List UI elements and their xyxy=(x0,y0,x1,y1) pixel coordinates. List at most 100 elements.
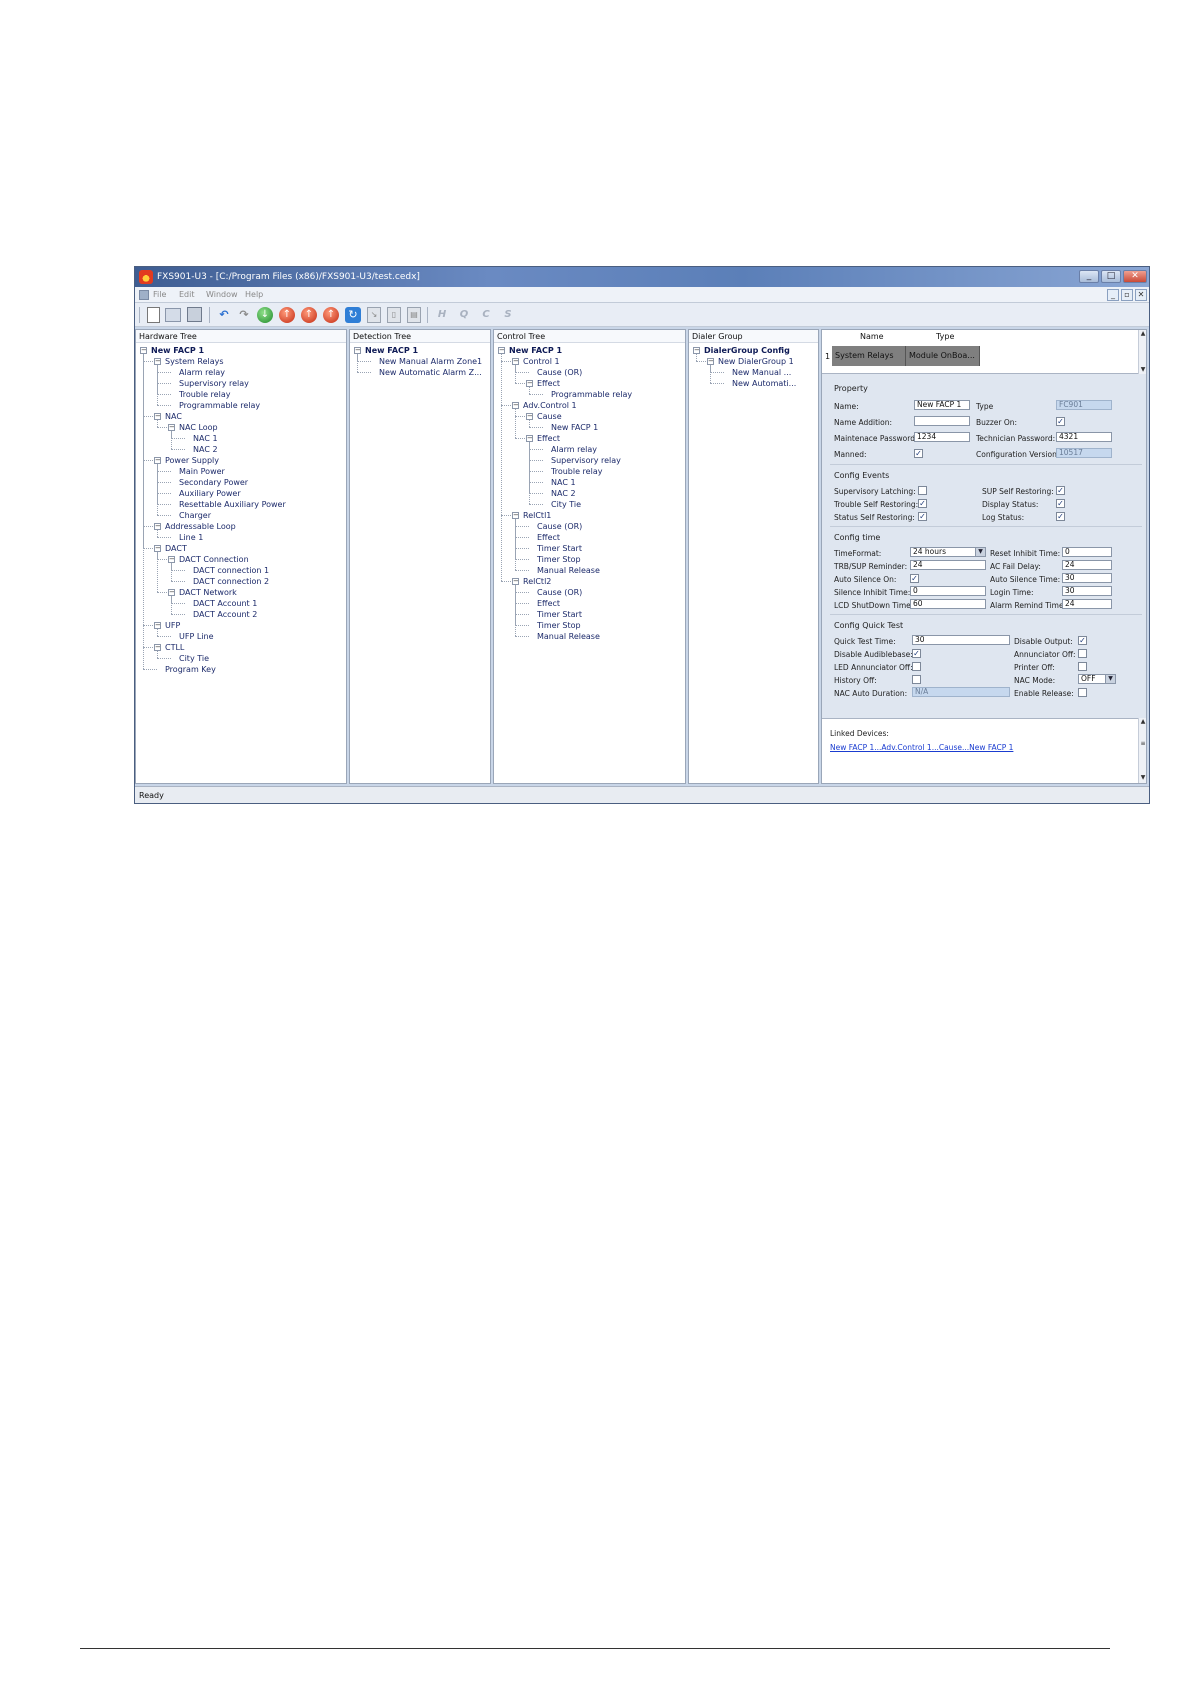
grid-scrollbar[interactable]: ▲ ▼ xyxy=(1138,330,1146,374)
tree-node[interactable]: DialerGroup Config xyxy=(704,345,790,356)
tree-node[interactable]: New Automatic Alarm Z... xyxy=(379,367,482,378)
tree-node[interactable]: City Tie xyxy=(551,499,581,510)
tree-node[interactable]: New Manual Alarm Zone1 xyxy=(379,356,482,367)
tree-node[interactable]: Main Power xyxy=(179,466,225,477)
tree-node[interactable]: Programmable relay xyxy=(551,389,632,400)
dropdown-arrow-icon[interactable]: ▼ xyxy=(1105,675,1115,683)
technician-password-field[interactable]: 4321 xyxy=(1056,432,1112,442)
collapse-toggle-icon[interactable]: − xyxy=(354,347,361,354)
tree-node[interactable]: NAC xyxy=(165,411,182,422)
tree-node[interactable]: New Manual ... xyxy=(732,367,791,378)
tree-node[interactable]: Programmable relay xyxy=(179,400,260,411)
enable-release-checkbox[interactable] xyxy=(1078,688,1087,697)
save-icon[interactable] xyxy=(187,307,202,322)
collapse-toggle-icon[interactable]: − xyxy=(140,347,147,354)
buzzer-on-checkbox[interactable]: ✓ xyxy=(1056,417,1065,426)
tree-node[interactable]: New FACP 1 xyxy=(365,345,418,356)
collapse-toggle-icon[interactable]: − xyxy=(168,424,175,431)
linked-scrollbar[interactable]: ▲ ≡ ▼ xyxy=(1138,718,1146,783)
tree-node[interactable]: New FACP 1 xyxy=(551,422,598,433)
quick-test-time-field[interactable]: 30 xyxy=(912,635,1010,645)
minimize-button[interactable]: _ xyxy=(1079,270,1099,283)
c-tool-icon[interactable]: C xyxy=(477,306,495,324)
menu-window[interactable]: Window xyxy=(206,287,238,303)
time-format-select[interactable]: 24 hours ▼ xyxy=(910,547,986,557)
refresh-icon[interactable]: ↻ xyxy=(345,307,361,323)
download-icon[interactable]: ↓ xyxy=(257,307,273,323)
collapse-toggle-icon[interactable]: − xyxy=(526,380,533,387)
tree-node[interactable]: UFP Line xyxy=(179,631,214,642)
trouble-self-restoring-checkbox[interactable]: ✓ xyxy=(918,499,927,508)
tree-node[interactable]: Control 1 xyxy=(523,356,560,367)
tree-node[interactable]: New DialerGroup 1 xyxy=(718,356,794,367)
copy-page-icon[interactable]: ▯ xyxy=(387,307,401,323)
tree-node[interactable]: NAC 1 xyxy=(193,433,218,444)
undo-icon[interactable]: ↶ xyxy=(215,306,233,324)
tree-node[interactable]: DACT connection 1 xyxy=(193,565,269,576)
tree-node[interactable]: Alarm relay xyxy=(551,444,597,455)
print-icon[interactable]: ▤ xyxy=(407,307,421,323)
lcd-shutdown-time-field[interactable]: 60 xyxy=(910,599,986,609)
tree-node[interactable]: New Automati... xyxy=(732,378,796,389)
tree-node[interactable]: Adv.Control 1 xyxy=(523,400,577,411)
grid-header-type[interactable]: Type xyxy=(936,332,954,341)
mdi-close-button[interactable]: ✕ xyxy=(1135,289,1147,301)
collapse-toggle-icon[interactable]: − xyxy=(168,589,175,596)
reset-inhibit-time-field[interactable]: 0 xyxy=(1062,547,1112,557)
collapse-toggle-icon[interactable]: − xyxy=(168,556,175,563)
tree-node[interactable]: RelCtl2 xyxy=(523,576,551,587)
grid-cell-type[interactable]: Module OnBoa... xyxy=(906,346,980,366)
tree-node[interactable]: Manual Release xyxy=(537,565,600,576)
collapse-toggle-icon[interactable]: − xyxy=(707,358,714,365)
export-icon[interactable]: ↘ xyxy=(367,307,381,323)
tree-node[interactable]: Cause (OR) xyxy=(537,367,582,378)
s-tool-icon[interactable]: S xyxy=(499,306,517,324)
display-status-checkbox[interactable]: ✓ xyxy=(1056,499,1065,508)
tree-node[interactable]: Timer Start xyxy=(537,609,582,620)
upload-red-icon-1[interactable]: ↑ xyxy=(279,307,295,323)
h-tool-icon[interactable]: H xyxy=(433,306,451,324)
tree-node[interactable]: Effect xyxy=(537,532,560,543)
menu-help[interactable]: Help xyxy=(245,287,263,303)
tree-node[interactable]: Supervisory relay xyxy=(179,378,249,389)
auto-silence-on-checkbox[interactable]: ✓ xyxy=(910,574,919,583)
scroll-up-icon[interactable]: ▲ xyxy=(1139,330,1146,338)
collapse-toggle-icon[interactable]: − xyxy=(154,523,161,530)
collapse-toggle-icon[interactable]: − xyxy=(154,545,161,552)
tree-node[interactable]: NAC 1 xyxy=(551,477,576,488)
tree-node[interactable]: DACT Network xyxy=(179,587,237,598)
tree-node[interactable]: Supervisory relay xyxy=(551,455,621,466)
tree-node[interactable]: Auxiliary Power xyxy=(179,488,241,499)
disable-output-checkbox[interactable]: ✓ xyxy=(1078,636,1087,645)
collapse-toggle-icon[interactable]: − xyxy=(498,347,505,354)
upload-red-icon-2[interactable]: ↑ xyxy=(301,307,317,323)
mdi-restore-button[interactable]: ▫ xyxy=(1121,289,1133,301)
tree-node[interactable]: Trouble relay xyxy=(179,389,230,400)
tree-node[interactable]: Timer Stop xyxy=(537,554,581,565)
grid-header-name[interactable]: Name xyxy=(860,332,884,341)
tree-node[interactable]: Addressable Loop xyxy=(165,521,236,532)
menu-file[interactable]: File xyxy=(153,287,166,303)
printer-off-checkbox[interactable] xyxy=(1078,662,1087,671)
open-folder-icon[interactable] xyxy=(165,308,181,322)
supervisory-latching-checkbox[interactable] xyxy=(918,486,927,495)
status-self-restoring-checkbox[interactable]: ✓ xyxy=(918,512,927,521)
tree-node[interactable]: Line 1 xyxy=(179,532,203,543)
tree-node[interactable]: Timer Stop xyxy=(537,620,581,631)
tree-node[interactable]: Secondary Power xyxy=(179,477,248,488)
collapse-toggle-icon[interactable]: − xyxy=(512,578,519,585)
tree-node[interactable]: NAC 2 xyxy=(193,444,218,455)
tree-node[interactable]: NAC Loop xyxy=(179,422,218,433)
q-tool-icon[interactable]: Q xyxy=(455,306,473,324)
scroll-down-icon[interactable]: ▼ xyxy=(1139,774,1146,782)
maximize-button[interactable]: □ xyxy=(1101,270,1121,283)
collapse-toggle-icon[interactable]: − xyxy=(154,457,161,464)
tree-node[interactable]: Alarm relay xyxy=(179,367,225,378)
manned-checkbox[interactable]: ✓ xyxy=(914,449,923,458)
tree-node[interactable]: DACT connection 2 xyxy=(193,576,269,587)
new-file-icon[interactable] xyxy=(147,307,160,323)
collapse-toggle-icon[interactable]: − xyxy=(526,435,533,442)
collapse-toggle-icon[interactable]: − xyxy=(512,512,519,519)
collapse-toggle-icon[interactable]: − xyxy=(693,347,700,354)
tree-node[interactable]: NAC 2 xyxy=(551,488,576,499)
